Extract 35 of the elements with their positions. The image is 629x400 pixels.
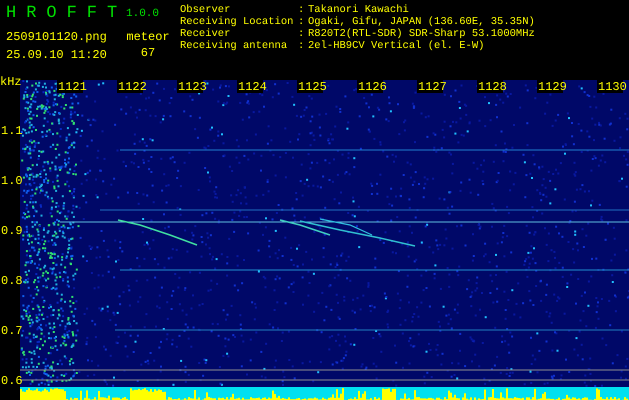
frequency-label: 0.9 [1, 224, 23, 238]
time-label: 1123 [178, 80, 207, 94]
info-label: Receiver [180, 28, 232, 40]
time-label: 1122 [118, 80, 147, 94]
info-value: Takanori Kawachi [308, 4, 410, 16]
time-label: 1130 [598, 80, 627, 94]
frequency-label: 0.7 [1, 324, 23, 338]
info-value: Ogaki, Gifu, JAPAN (136.60E, 35.35N) [308, 16, 535, 28]
frequency-label: 1.0 [1, 174, 23, 188]
separator: : [298, 40, 306, 52]
file-name: 2509101120.png [6, 29, 108, 42]
separator: : [298, 4, 306, 16]
frequency-label: 0.6 [1, 374, 23, 388]
app-title: HROFFT [6, 4, 118, 24]
info-label: Observer [180, 4, 232, 16]
axis-unit: kHz [0, 75, 22, 89]
meteor-label: meteor [125, 29, 171, 42]
time-label: 1125 [298, 80, 327, 94]
frequency-label: 1.1 [1, 124, 23, 138]
frequency-label: 0.8 [1, 274, 23, 288]
meteor-count: 67 [140, 45, 156, 60]
info-value: 2el-HB9CV Vertical (el. E-W) [308, 40, 486, 52]
info-label: Receiving Location [180, 16, 294, 28]
timestamp: 25.09.10 11:20 [6, 47, 108, 60]
info-label: Receiving antenna [180, 40, 288, 52]
app-version: 1.0.0 [125, 7, 160, 22]
time-label: 1126 [358, 80, 387, 94]
time-label: 1124 [238, 80, 267, 94]
time-label: 1121 [58, 80, 87, 94]
separator: : [298, 16, 306, 28]
separator: : [298, 28, 306, 40]
info-value: R820T2(RTL-SDR) SDR-Sharp 53.1000MHz [308, 28, 535, 40]
time-label: 1128 [478, 80, 507, 94]
time-label: 1127 [418, 80, 447, 94]
time-label: 1129 [538, 80, 567, 94]
